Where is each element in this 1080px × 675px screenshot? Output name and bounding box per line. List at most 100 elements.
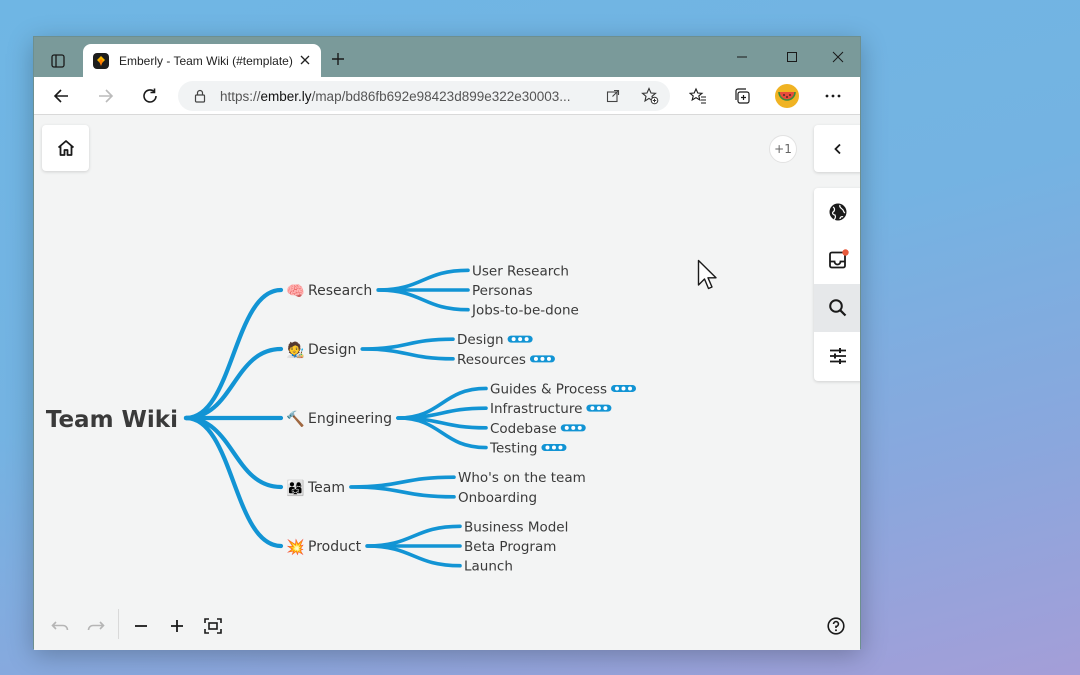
branch-connector bbox=[183, 415, 284, 549]
child-node-label[interactable]: Personas bbox=[472, 283, 533, 299]
child-connector bbox=[376, 268, 470, 292]
map-canvas[interactable]: Team Wiki 🧠 Research User Research Personas J… bbox=[34, 116, 860, 650]
publish-button[interactable] bbox=[814, 188, 860, 236]
fit-to-screen-button[interactable] bbox=[199, 612, 227, 640]
child-node-label[interactable]: User Research bbox=[472, 263, 569, 279]
child-node-label[interactable]: Onboarding bbox=[458, 490, 537, 506]
url-text: https://ember.ly/map/bd86fb692e98423d899… bbox=[220, 88, 571, 104]
search-button[interactable] bbox=[814, 284, 860, 332]
arrow-right-icon bbox=[99, 89, 114, 103]
child-connector bbox=[349, 485, 456, 499]
collapse-sidebar-button[interactable] bbox=[814, 125, 860, 172]
home-button[interactable] bbox=[42, 125, 89, 171]
undo-button[interactable] bbox=[46, 612, 74, 640]
collections-button[interactable] bbox=[728, 82, 756, 110]
child-node-label[interactable]: Guides & Process bbox=[490, 381, 607, 397]
minimize-button[interactable] bbox=[732, 47, 752, 67]
collapsed-dot bbox=[511, 337, 516, 342]
close-icon bbox=[832, 51, 844, 63]
collapsed-dot bbox=[590, 406, 595, 411]
arrow-left-icon bbox=[53, 89, 68, 103]
branch-node-label[interactable]: Product bbox=[308, 539, 362, 555]
open-in-app-icon[interactable] bbox=[606, 89, 620, 103]
collapsed-dot bbox=[545, 445, 550, 450]
minimize-icon bbox=[737, 56, 747, 58]
inbox-icon bbox=[829, 249, 849, 269]
browser-toolbar: https://ember.ly/map/bd86fb692e98423d899… bbox=[34, 77, 860, 115]
refresh-button[interactable] bbox=[136, 82, 164, 110]
branch-emoji-icon: 💥 bbox=[286, 538, 305, 556]
child-node-label[interactable]: Business Model bbox=[464, 519, 568, 535]
address-bar[interactable]: https://ember.ly/map/bd86fb692e98423d899… bbox=[178, 81, 670, 111]
zoom-in-button[interactable] bbox=[163, 612, 191, 640]
child-node-label[interactable]: Infrastructure bbox=[490, 401, 582, 417]
browser-window: Emberly - Team Wiki (#template) https://… bbox=[33, 36, 861, 650]
branch-node-label[interactable]: Team bbox=[307, 480, 345, 496]
new-tab-button[interactable] bbox=[328, 49, 348, 69]
collapsed-dot bbox=[551, 445, 556, 450]
collapsed-dot bbox=[533, 356, 538, 361]
toolbar-divider bbox=[118, 609, 119, 639]
watermelon-avatar-icon bbox=[778, 91, 796, 101]
home-icon bbox=[57, 140, 74, 156]
plus-icon bbox=[171, 620, 183, 632]
favorites-button[interactable] bbox=[684, 82, 712, 110]
inbox-button[interactable] bbox=[814, 236, 860, 284]
root-node-label[interactable]: Team Wiki bbox=[46, 407, 178, 433]
branch-node-label[interactable]: Design bbox=[308, 342, 356, 358]
child-node-label[interactable]: Design bbox=[457, 332, 504, 348]
emberly-favicon-icon bbox=[93, 52, 109, 69]
maximize-button[interactable] bbox=[782, 47, 802, 67]
sliders-icon bbox=[830, 348, 846, 364]
profile-avatar[interactable] bbox=[775, 84, 799, 108]
child-node-label[interactable]: Testing bbox=[489, 441, 537, 457]
collapsed-dot bbox=[577, 425, 582, 430]
close-window-button[interactable] bbox=[828, 47, 848, 67]
branch-emoji-icon: 🧠 bbox=[286, 282, 305, 300]
tab-title: Emberly - Team Wiki (#template) bbox=[119, 53, 293, 68]
collapsed-dot bbox=[546, 356, 551, 361]
bottom-toolbar bbox=[34, 604, 860, 648]
back-button[interactable] bbox=[47, 82, 75, 110]
collaborators-count-badge[interactable]: +1 bbox=[769, 135, 797, 163]
tab-actions-icon bbox=[51, 54, 65, 68]
forward-button[interactable] bbox=[92, 82, 120, 110]
globe-icon bbox=[829, 203, 847, 221]
child-node-label[interactable]: Beta Program bbox=[464, 539, 556, 555]
browser-tab-active[interactable]: Emberly - Team Wiki (#template) bbox=[83, 44, 321, 77]
help-button[interactable] bbox=[822, 612, 850, 640]
child-connector bbox=[360, 347, 455, 361]
child-connector bbox=[349, 475, 456, 489]
settings-button[interactable] bbox=[814, 332, 860, 380]
child-node-label[interactable]: Codebase bbox=[490, 421, 557, 437]
branch-node-label[interactable]: Engineering bbox=[308, 411, 392, 427]
chevron-left-icon bbox=[834, 143, 841, 154]
child-connector bbox=[396, 406, 488, 420]
add-favorite-icon[interactable] bbox=[641, 87, 659, 105]
help-icon bbox=[827, 617, 845, 635]
child-node-label[interactable]: Jobs-to-be-done bbox=[471, 303, 579, 319]
child-node-label[interactable]: Resources bbox=[457, 352, 526, 368]
title-bar: Emberly - Team Wiki (#template) bbox=[34, 37, 860, 77]
collapsed-dot bbox=[564, 425, 569, 430]
branch-emoji-icon: 🔨 bbox=[286, 410, 305, 428]
collapsed-dot bbox=[518, 337, 523, 342]
maximize-icon bbox=[787, 52, 797, 62]
branch-node-label[interactable]: Research bbox=[308, 283, 372, 299]
child-node-label[interactable]: Launch bbox=[464, 559, 513, 575]
undo-icon bbox=[51, 621, 69, 631]
lock-icon bbox=[194, 89, 206, 103]
redo-icon bbox=[87, 621, 105, 631]
close-tab-icon[interactable] bbox=[297, 52, 313, 68]
tool-rail bbox=[814, 188, 860, 381]
redo-button[interactable] bbox=[82, 612, 110, 640]
settings-more-button[interactable] bbox=[819, 82, 847, 110]
child-node-label[interactable]: Who's on the team bbox=[458, 470, 586, 486]
zoom-out-button[interactable] bbox=[127, 612, 155, 640]
notification-dot bbox=[842, 249, 849, 256]
tab-actions-button[interactable] bbox=[44, 47, 72, 75]
collapsed-dot bbox=[621, 386, 626, 391]
collapsed-dot bbox=[540, 356, 545, 361]
plus-icon bbox=[332, 53, 344, 65]
branch-emoji-icon: 🧑‍🎨 bbox=[286, 340, 305, 359]
